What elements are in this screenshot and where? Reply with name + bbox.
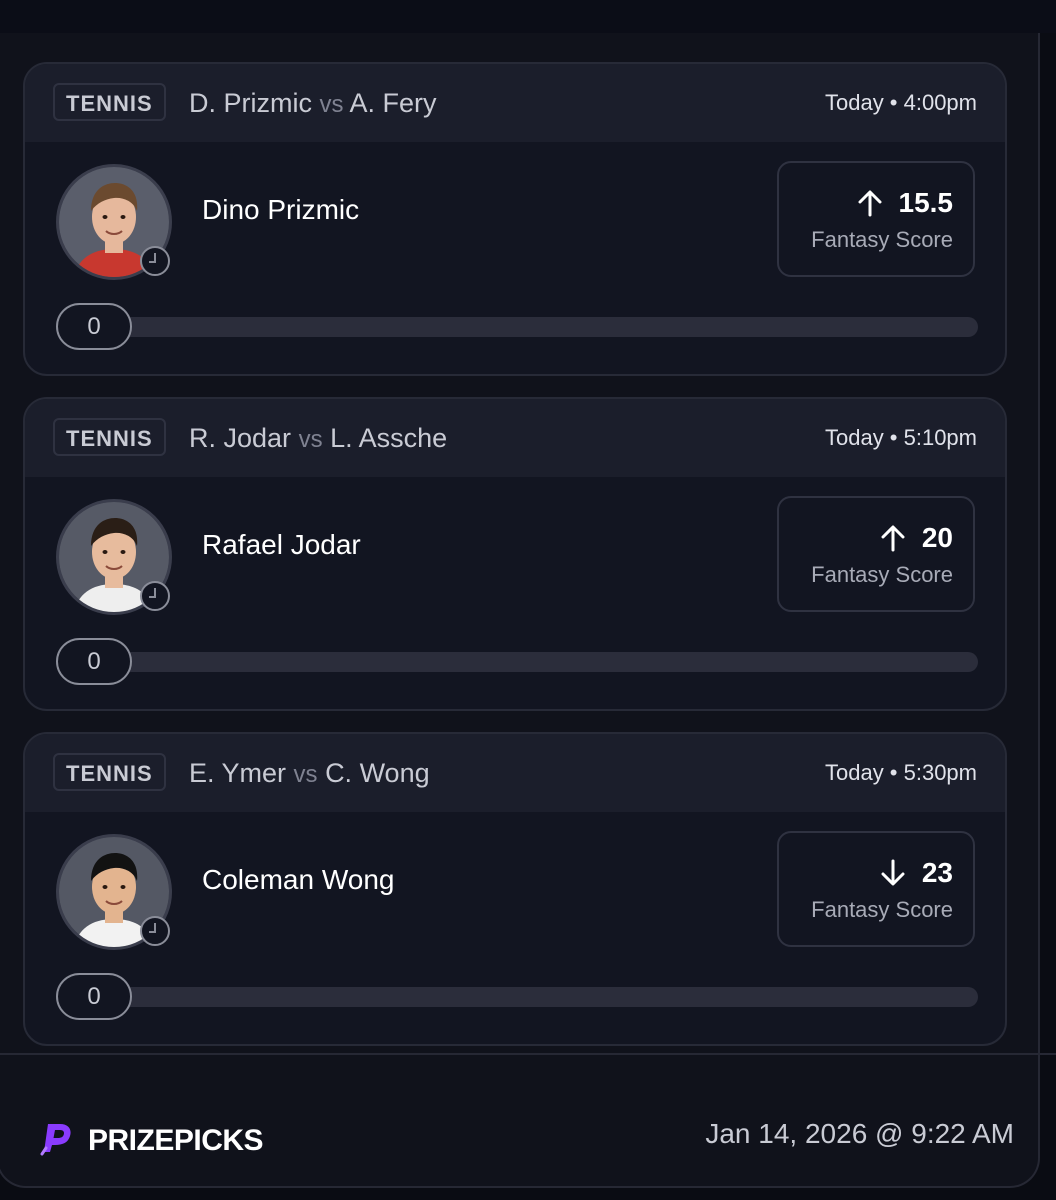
projection-line: 23 <box>880 857 953 889</box>
arrow-up-icon <box>880 524 906 552</box>
line-value: 23 <box>921 857 953 888</box>
stat-label: Fantasy Score <box>811 897 953 922</box>
lineup-panel: TENNIS D. Prizmic vs A. Fery Today • 4:0… <box>0 33 1040 1188</box>
clock-icon <box>140 246 170 276</box>
stat-label: Fantasy Score <box>811 227 953 252</box>
stat-label: Fantasy Score <box>811 562 953 587</box>
game-time: Today • 5:10pm <box>824 425 977 450</box>
player-name: Dino Prizmic <box>202 194 360 225</box>
clock-icon <box>140 916 170 946</box>
arrow-down-icon <box>880 859 906 887</box>
player-avatar-wrap <box>56 834 172 950</box>
pick-card[interactable]: TENNIS R. Jodar vs L. Assche Today • 5:1… <box>23 397 1007 711</box>
game-time: Today • 4:00pm <box>824 90 977 115</box>
team-b: A. Fery <box>349 88 437 118</box>
card-header: TENNIS D. Prizmic vs A. Fery Today • 4:0… <box>25 64 1005 142</box>
projection-line: 20 <box>880 522 953 554</box>
line-value: 15.5 <box>898 187 954 218</box>
card-header: TENNIS E. Ymer vs C. Wong Today • 5:30pm <box>25 734 1005 812</box>
progress-value: 0 <box>56 303 132 350</box>
progress-value: 0 <box>56 638 132 685</box>
vs-label: vs <box>319 91 344 118</box>
matchup: R. Jodar vs L. Assche <box>189 399 447 477</box>
progress-track <box>119 987 978 1007</box>
game-time: Today • 5:30pm <box>824 760 977 785</box>
clock-icon <box>140 581 170 611</box>
brand-name: PRIZEPICKS <box>88 1123 264 1157</box>
sport-badge: TENNIS <box>53 83 166 121</box>
player-name: Rafael Jodar <box>202 529 361 560</box>
sport-badge: TENNIS <box>53 753 166 791</box>
vs-label: vs <box>298 426 323 453</box>
pick-card[interactable]: TENNIS D. Prizmic vs A. Fery Today • 4:0… <box>23 62 1007 376</box>
matchup: E. Ymer vs C. Wong <box>189 734 430 812</box>
card-header: TENNIS R. Jodar vs L. Assche Today • 5:1… <box>25 399 1005 477</box>
brand: PRIZEPICKS <box>36 1118 264 1163</box>
team-a: E. Ymer <box>189 758 287 788</box>
vs-label: vs <box>293 761 318 788</box>
projection-line: 15.5 <box>857 187 954 219</box>
team-a: D. Prizmic <box>189 88 312 118</box>
player-avatar-wrap <box>56 164 172 280</box>
arrow-up-icon <box>857 189 883 217</box>
progress-track <box>119 317 978 337</box>
pick-card[interactable]: TENNIS E. Ymer vs C. Wong Today • 5:30pm… <box>23 732 1007 1046</box>
team-b: C. Wong <box>325 758 430 788</box>
line-value: 20 <box>921 522 953 553</box>
footer-divider <box>0 1053 1056 1055</box>
top-bar <box>0 0 1056 33</box>
progress-track <box>119 652 978 672</box>
team-a: R. Jodar <box>189 423 292 453</box>
sport-badge: TENNIS <box>53 418 166 456</box>
timestamp: Jan 14, 2026 @ 9:22 AM <box>705 1118 1014 1149</box>
team-b: L. Assche <box>330 423 448 453</box>
projection-box[interactable]: 15.5 Fantasy Score <box>777 161 975 277</box>
projection-box[interactable]: 23 Fantasy Score <box>777 831 975 947</box>
player-avatar-wrap <box>56 499 172 615</box>
matchup: D. Prizmic vs A. Fery <box>189 64 437 142</box>
progress-value: 0 <box>56 973 132 1020</box>
projection-box[interactable]: 20 Fantasy Score <box>777 496 975 612</box>
player-name: Coleman Wong <box>202 864 395 895</box>
prizepicks-logo-icon <box>36 1118 76 1163</box>
